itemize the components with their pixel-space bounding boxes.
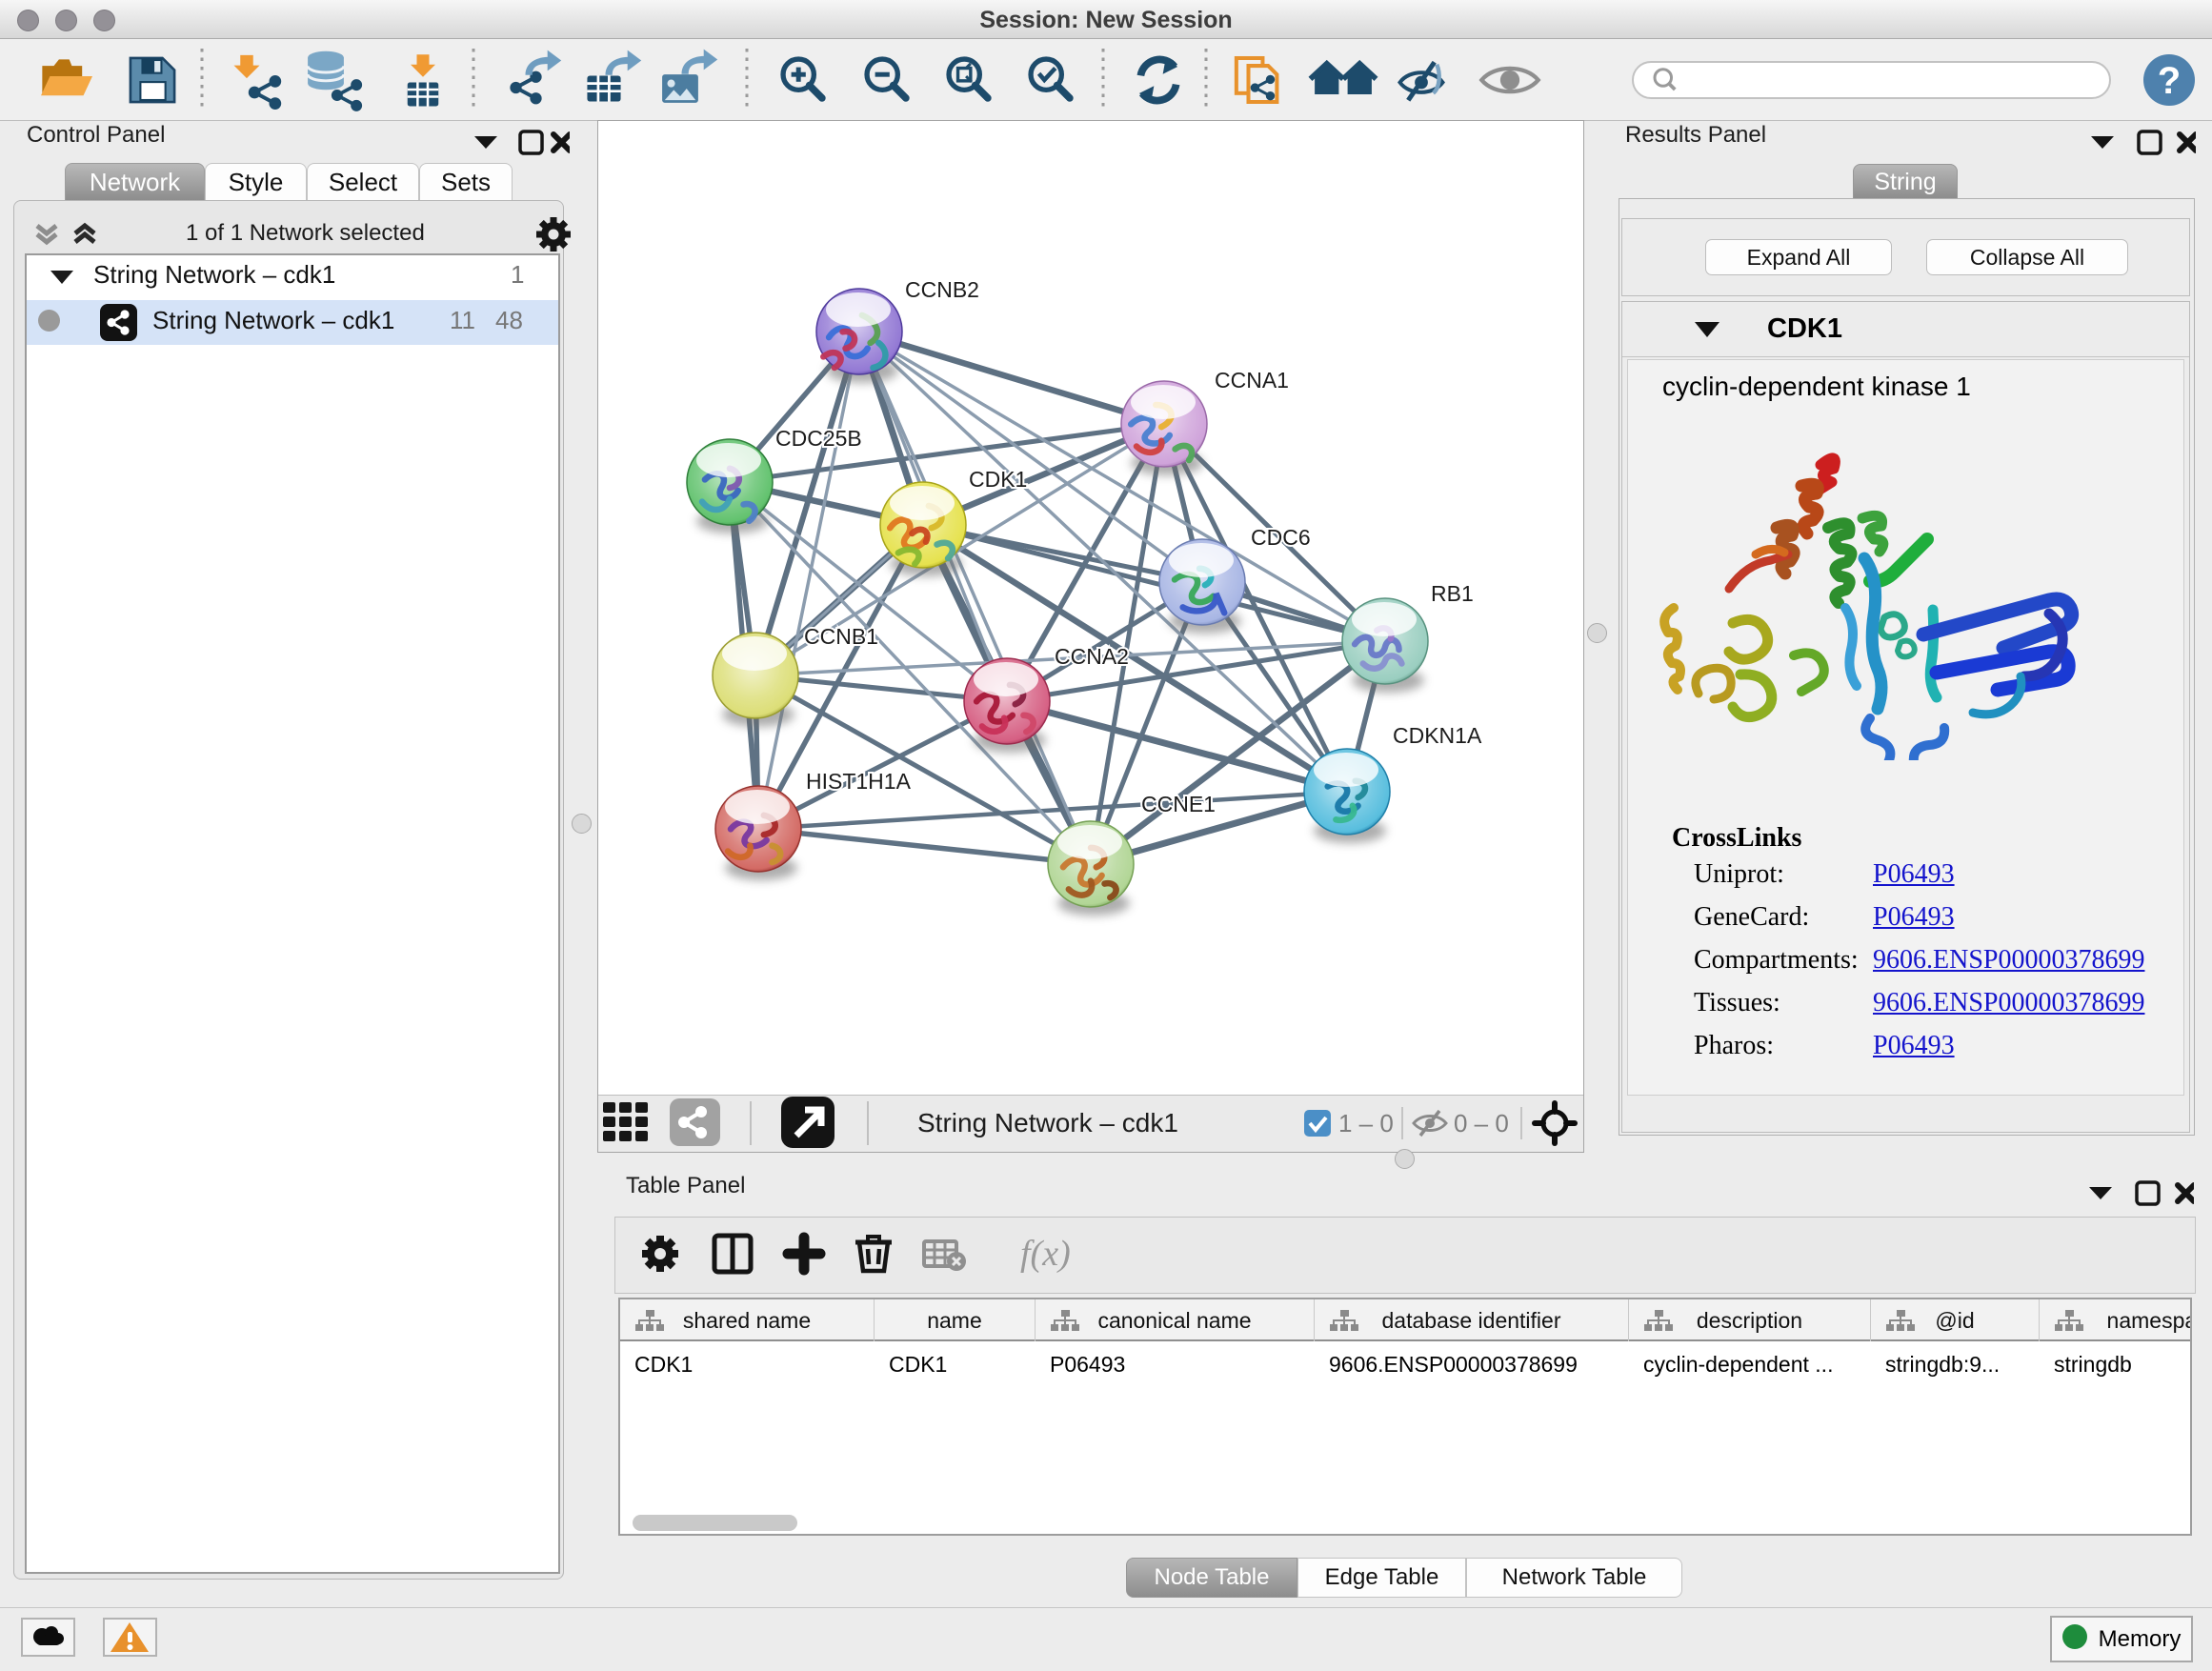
svg-text:CCNE1: CCNE1 <box>1141 792 1216 816</box>
svg-text:RB1: RB1 <box>1431 581 1474 606</box>
svg-text:CCNB1: CCNB1 <box>804 624 878 649</box>
svg-text:CDKN1A: CDKN1A <box>1393 723 1482 748</box>
svg-text:CCNB2: CCNB2 <box>905 277 979 302</box>
svg-text:CDK1: CDK1 <box>969 467 1027 492</box>
svg-text:f(x): f(x) <box>1020 1234 1071 1274</box>
svg-text:?: ? <box>2158 60 2181 102</box>
svg-text:CDC6: CDC6 <box>1251 525 1311 550</box>
svg-text:1 – 0: 1 – 0 <box>1338 1109 1394 1137</box>
svg-text:CDC25B: CDC25B <box>775 426 862 451</box>
svg-text:HIST1H1A: HIST1H1A <box>806 769 912 794</box>
svg-text:0 – 0: 0 – 0 <box>1454 1109 1509 1137</box>
svg-text:CCNA2: CCNA2 <box>1055 644 1129 669</box>
svg-text:String Network – cdk1: String Network – cdk1 <box>917 1108 1178 1137</box>
svg-text:CCNA1: CCNA1 <box>1215 368 1289 393</box>
